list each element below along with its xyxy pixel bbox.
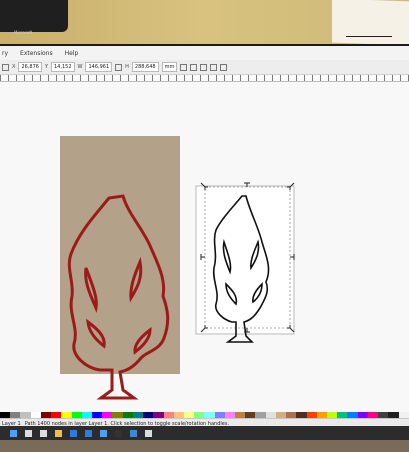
windows-taskbar <box>0 426 409 440</box>
canvas-artwork <box>60 136 295 400</box>
menu-item-extensions[interactable]: Extensions <box>20 50 53 57</box>
browser-icon[interactable] <box>70 429 77 437</box>
desk-surface <box>0 440 409 452</box>
inkscape-window: ry Extensions Help X 26,876 Y 14,152 W 1… <box>0 44 409 428</box>
page-boundary <box>195 185 295 335</box>
transform-pattern-icon[interactable] <box>220 63 228 71</box>
w-field[interactable]: 146,961 <box>85 62 113 72</box>
webcam-brand-label: Microsoft <box>14 30 33 35</box>
inkscape-icon[interactable] <box>115 429 122 437</box>
menu-item-geometry[interactable]: ry <box>2 50 8 57</box>
drawing-canvas[interactable] <box>0 82 409 412</box>
y-label: Y <box>44 64 48 70</box>
sticky-note <box>332 0 409 46</box>
x-label: X <box>12 64 16 70</box>
store-icon[interactable] <box>100 429 107 437</box>
photos-icon[interactable] <box>130 429 137 437</box>
search-icon[interactable] <box>25 429 32 437</box>
menu-bar: ry Extensions Help <box>0 46 409 61</box>
windows-start-icon[interactable] <box>10 429 17 437</box>
mail-icon[interactable] <box>85 429 92 437</box>
lock-ratio-icon[interactable] <box>115 63 123 71</box>
transform-corners-icon[interactable] <box>200 63 208 71</box>
tool-controls-bar: X 26,876 Y 14,152 W 146,961 H 288,648 mm <box>0 60 409 75</box>
settings-icon[interactable] <box>145 429 152 437</box>
w-label: W <box>77 64 83 70</box>
file-explorer-icon[interactable] <box>55 429 62 437</box>
sticky-note-line <box>346 36 392 37</box>
task-view-icon[interactable] <box>40 429 47 437</box>
transform-gradient-icon[interactable] <box>210 63 218 71</box>
x-field[interactable]: 26,876 <box>18 62 42 72</box>
y-field[interactable]: 14,152 <box>51 62 75 72</box>
webcam: Microsoft <box>0 0 68 35</box>
h-label: H <box>125 64 129 70</box>
unit-select[interactable]: mm <box>161 62 178 72</box>
reference-photo[interactable] <box>60 136 180 374</box>
h-field[interactable]: 288,648 <box>131 62 159 72</box>
horizontal-ruler[interactable] <box>0 75 409 82</box>
transform-stroke-icon[interactable] <box>190 63 198 71</box>
menu-item-help[interactable]: Help <box>65 50 79 57</box>
transform-icon[interactable] <box>180 63 188 71</box>
lock-icon[interactable] <box>2 63 9 71</box>
